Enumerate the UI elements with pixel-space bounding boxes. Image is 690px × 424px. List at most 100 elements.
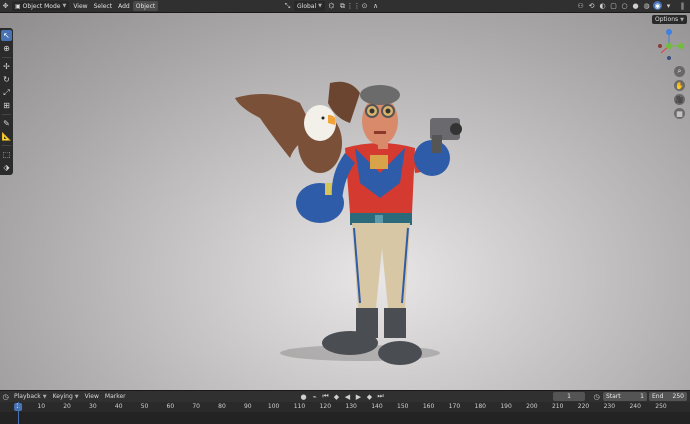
orientation-label: Global bbox=[297, 2, 317, 10]
menu-object[interactable]: Object bbox=[132, 1, 159, 11]
timeline-menu-keying[interactable]: Keying ▼ bbox=[50, 392, 82, 401]
shading-solid-icon[interactable]: ● bbox=[631, 1, 640, 10]
add-object-icon[interactable]: ⬗ bbox=[1, 162, 12, 173]
pan-icon[interactable]: ✋ bbox=[674, 80, 685, 91]
rendered-character-model bbox=[235, 81, 462, 365]
ruler-tick-label: 150 bbox=[397, 403, 409, 410]
ruler-tick-label: 170 bbox=[448, 403, 461, 410]
jump-start-icon[interactable]: ⏮ bbox=[321, 392, 330, 401]
rotate-icon[interactable]: ↻ bbox=[1, 74, 12, 85]
cursor-icon[interactable]: ⊕ bbox=[1, 43, 12, 54]
transform-controls: ⤡ Global ▼ ⌬ ⧉ ⋮⋮ ⊙ ∧ bbox=[282, 1, 381, 11]
keying-label: Keying bbox=[52, 393, 73, 400]
ruler-tick-label: 50 bbox=[140, 403, 149, 410]
menu-view[interactable]: View bbox=[70, 1, 90, 11]
chevron-down-icon: ▼ bbox=[42, 393, 47, 400]
editor-type-icon[interactable]: ✥ bbox=[1, 2, 10, 11]
playhead[interactable] bbox=[18, 402, 19, 424]
clock-icon[interactable]: ◷ bbox=[592, 392, 601, 401]
measure-icon[interactable]: 📐 bbox=[1, 131, 12, 142]
options-button[interactable]: Options ▼ bbox=[651, 15, 687, 24]
ruler-tick-label: 200 bbox=[526, 403, 538, 410]
proportional-edit-icon[interactable]: ⊙ bbox=[360, 2, 369, 11]
timeline-menu-playback[interactable]: Playback ▼ bbox=[11, 392, 50, 401]
collapse-icon[interactable]: ‖ bbox=[678, 1, 687, 10]
ruler-tick-label: 140 bbox=[371, 403, 383, 410]
timeline-header: ◷ Playback ▼ Keying ▼ View Marker ● ⌁ ⏮ … bbox=[0, 390, 690, 402]
ruler-tick-label: 70 bbox=[192, 403, 200, 410]
ruler-tick-label: 250 bbox=[655, 403, 667, 410]
chevron-down-icon: ▼ bbox=[74, 393, 79, 400]
start-label: Start bbox=[606, 393, 621, 400]
ruler-tick-label: 80 bbox=[218, 403, 226, 410]
auto-key-icon[interactable]: ● bbox=[299, 392, 308, 401]
editor-type-icon[interactable]: ◷ bbox=[1, 392, 10, 401]
orientation-icon: ⤡ bbox=[284, 1, 291, 10]
ruler-tick-label: 100 bbox=[267, 403, 280, 410]
select-box-icon[interactable]: ↖ bbox=[1, 30, 12, 41]
end-label: End bbox=[652, 393, 664, 400]
xray-icon[interactable]: ▢ bbox=[609, 1, 618, 10]
ruler-tick-label: 110 bbox=[293, 403, 306, 410]
menu-select[interactable]: Select bbox=[91, 1, 116, 11]
timeline-track-area[interactable] bbox=[0, 412, 690, 424]
timeline-menu-view[interactable]: View bbox=[82, 392, 102, 401]
ruler-tick-label: 20 bbox=[63, 403, 71, 410]
ruler-tick-label: 240 bbox=[629, 403, 641, 410]
keyframe-type-icon[interactable]: ⌁ bbox=[310, 392, 319, 401]
overlay-icon[interactable]: ◐ bbox=[598, 1, 607, 10]
navigation-gizmo[interactable] bbox=[656, 26, 686, 62]
end-frame-field[interactable]: End 250 bbox=[649, 392, 687, 401]
object-mode-icon: ▣ bbox=[15, 2, 21, 10]
annotate-icon[interactable]: ✎ bbox=[1, 118, 12, 129]
chevron-down-icon: ▼ bbox=[318, 3, 322, 9]
move-icon[interactable]: ✢ bbox=[1, 61, 12, 72]
pivot-icon[interactable]: ⌬ bbox=[327, 2, 336, 11]
ruler-tick-label: 220 bbox=[577, 403, 590, 410]
3d-viewport[interactable]: Options ▼ ↖ ⊕ ✢ ↻ ⤢ ⊞ ✎ 📐 ⬚ ⬗ ⌕ ✋ 🎥 ▦ bbox=[0, 13, 690, 390]
play-reverse-icon[interactable]: ◀ bbox=[343, 392, 352, 401]
falloff-icon[interactable]: ∧ bbox=[371, 2, 380, 11]
ruler-tick-label: 10 bbox=[37, 403, 46, 410]
orientation-selector[interactable]: Global ▼ bbox=[294, 1, 325, 11]
add-cube-icon[interactable]: ⬚ bbox=[1, 149, 12, 160]
ruler-tick-label: 120 bbox=[319, 403, 332, 410]
shading-options-icon[interactable]: ▾ bbox=[664, 1, 673, 10]
transform-icon[interactable]: ⊞ bbox=[1, 100, 12, 111]
prev-keyframe-icon[interactable]: ◆ bbox=[332, 392, 341, 401]
start-value: 1 bbox=[640, 393, 644, 400]
play-icon[interactable]: ▶ bbox=[354, 392, 363, 401]
gizmo-toggle-icon[interactable]: ⟲ bbox=[587, 1, 596, 10]
chevron-down-icon: ▼ bbox=[680, 16, 684, 23]
visibility-icon[interactable]: ⚇ bbox=[576, 1, 585, 10]
menu-add[interactable]: Add bbox=[115, 1, 133, 11]
shading-wireframe-icon[interactable]: ○ bbox=[620, 1, 629, 10]
ruler-tick-label: 180 bbox=[474, 403, 486, 410]
camera-view-icon[interactable]: 🎥 bbox=[674, 94, 685, 105]
chevron-down-icon: ▼ bbox=[62, 3, 67, 9]
current-frame-field[interactable]: 1 bbox=[553, 392, 585, 401]
ruler-tick-label: 90 bbox=[243, 403, 252, 410]
jump-end-icon[interactable]: ⏭ bbox=[376, 392, 385, 401]
ruler-tick-label: 190 bbox=[500, 403, 512, 410]
shading-rendered-icon[interactable]: ◉ bbox=[653, 1, 662, 10]
ruler-tick-label: 40 bbox=[114, 403, 123, 410]
divider bbox=[2, 145, 11, 146]
timeline-menu-marker[interactable]: Marker bbox=[102, 392, 129, 401]
mode-selector[interactable]: ▣ Object Mode ▼ bbox=[12, 1, 70, 11]
viewport-shading-controls: ⚇ ⟲ ◐ ▢ ○ ● ◍ ◉ ▾ ‖ bbox=[575, 1, 688, 10]
shading-material-icon[interactable]: ◍ bbox=[642, 1, 651, 10]
zoom-icon[interactable]: ⌕ bbox=[674, 66, 685, 77]
end-value: 250 bbox=[672, 393, 684, 400]
scale-icon[interactable]: ⤢ bbox=[1, 87, 12, 98]
start-frame-field[interactable]: Start 1 bbox=[603, 392, 647, 401]
viewport-header: ✥ ▣ Object Mode ▼ View Select Add Object… bbox=[0, 0, 690, 13]
next-keyframe-icon[interactable]: ◆ bbox=[365, 392, 374, 401]
frame-ruler[interactable]: 1 10203040506070809010011012013014015016… bbox=[0, 402, 690, 412]
ruler-tick-label: 210 bbox=[551, 403, 564, 410]
divider bbox=[2, 57, 11, 58]
tool-shelf: ↖ ⊕ ✢ ↻ ⤢ ⊞ ✎ 📐 ⬚ ⬗ bbox=[0, 28, 13, 175]
snap-target-icon[interactable]: ⋮⋮ bbox=[347, 2, 361, 11]
divider bbox=[2, 114, 11, 115]
perspective-toggle-icon[interactable]: ▦ bbox=[674, 108, 685, 119]
